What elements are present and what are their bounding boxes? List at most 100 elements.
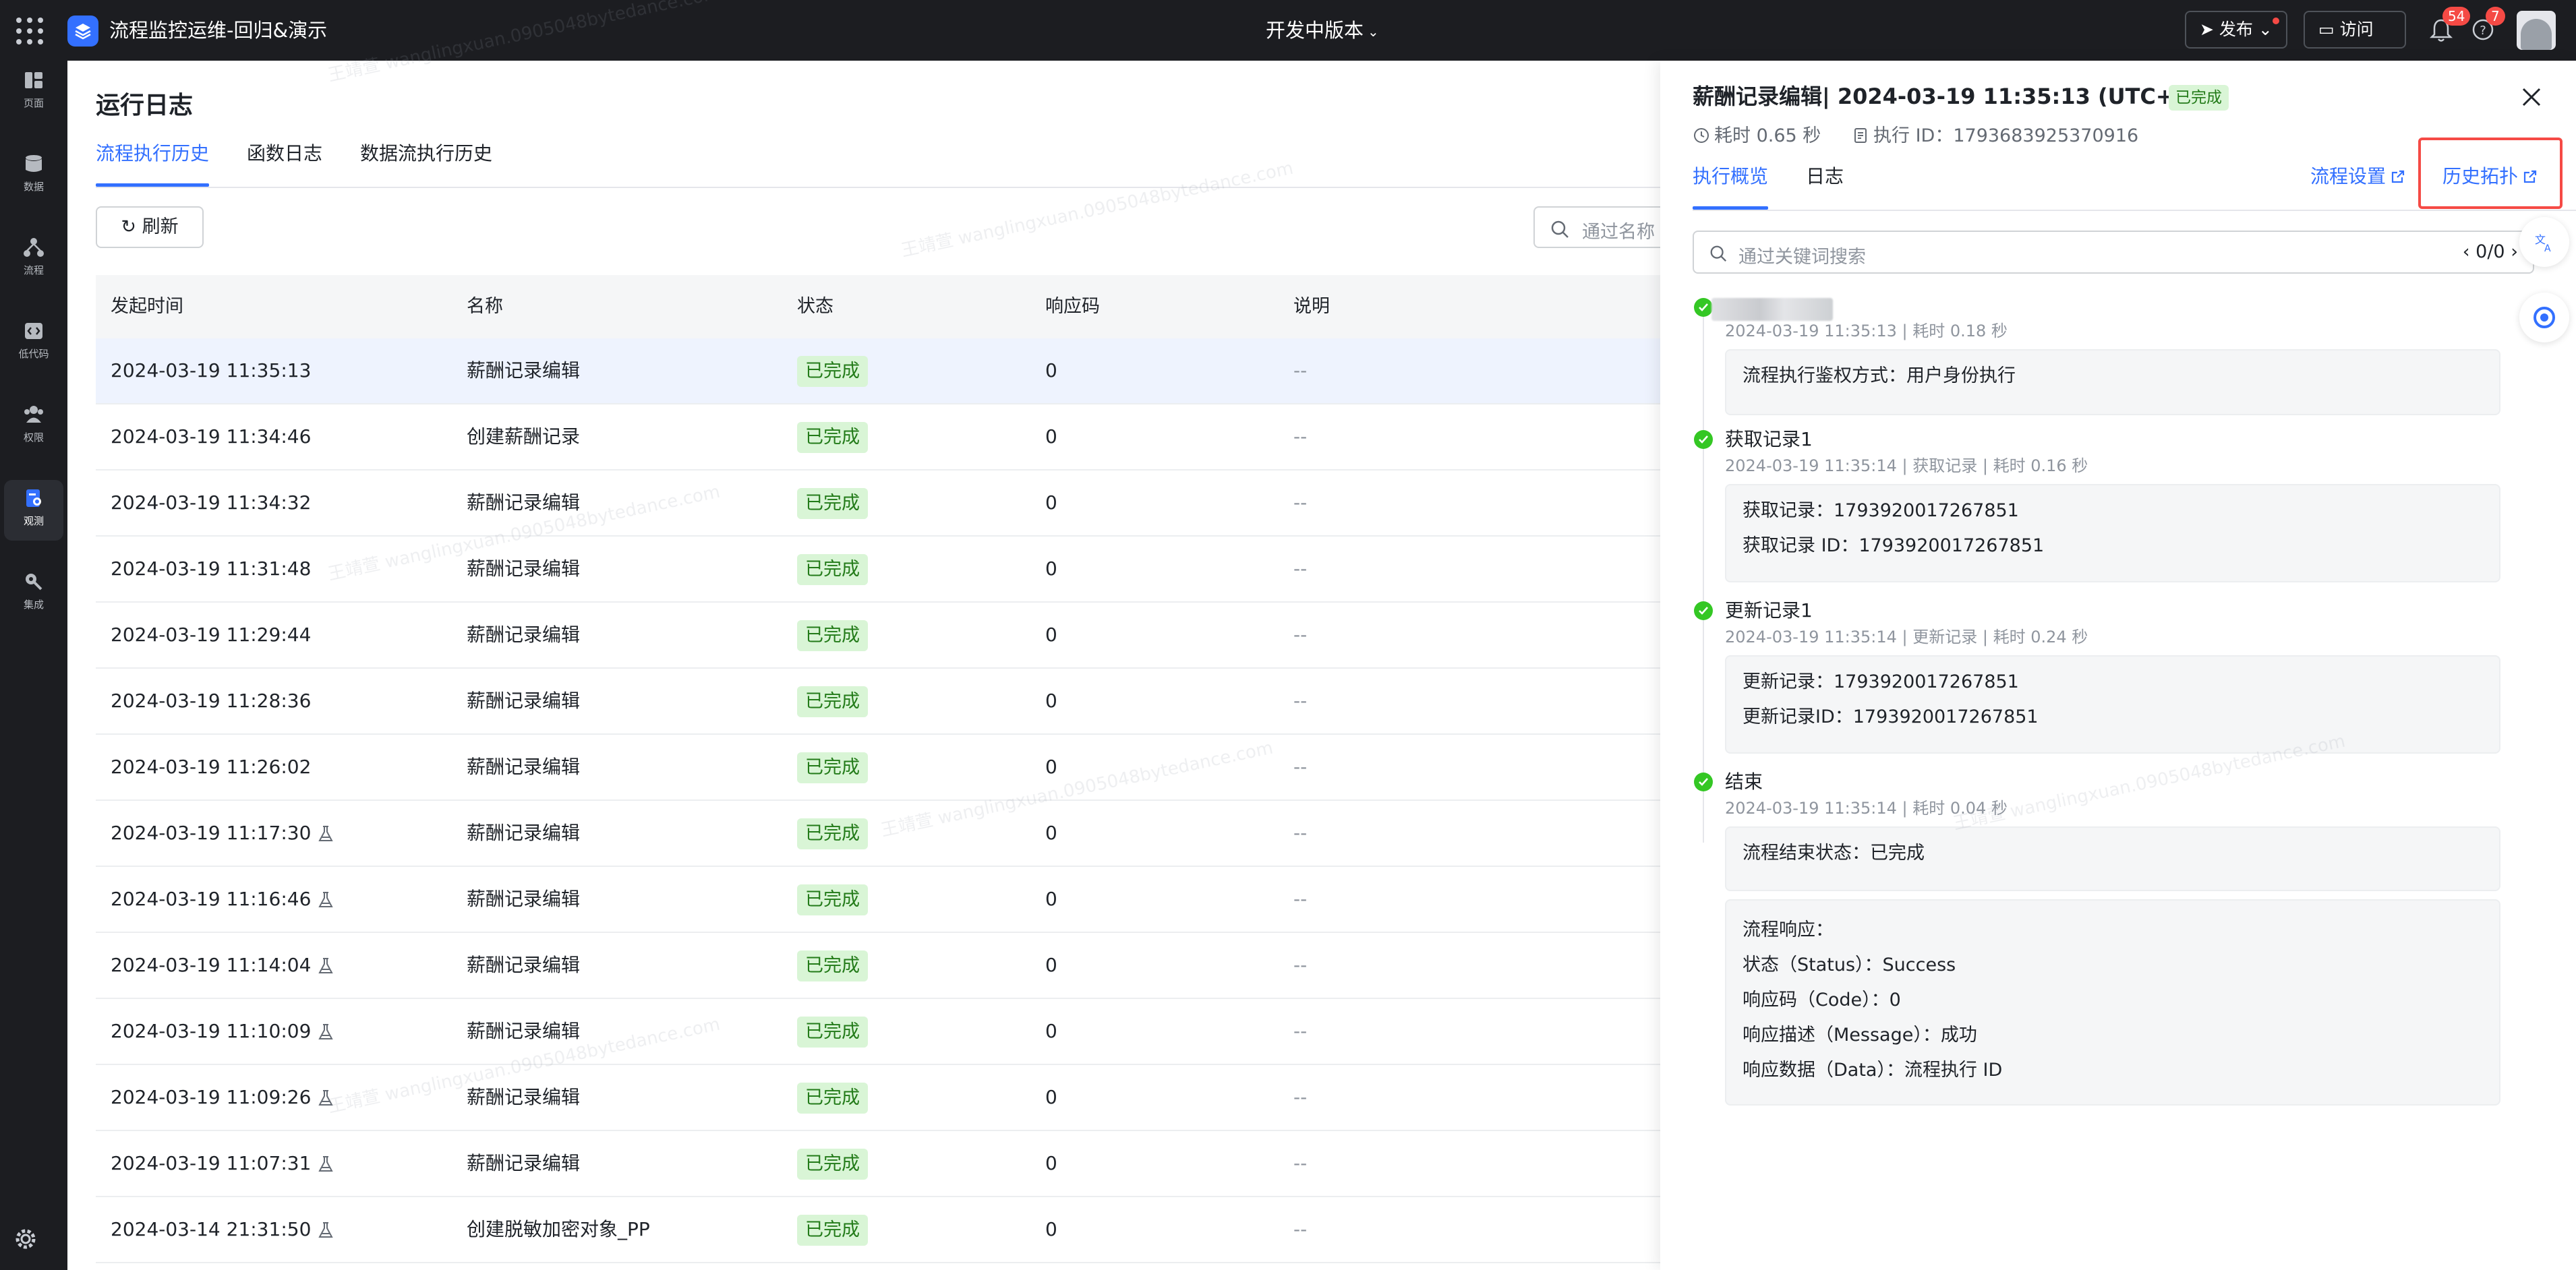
- chevron-left-icon[interactable]: ‹: [2463, 241, 2476, 262]
- settings-gear-icon[interactable]: [12, 1226, 39, 1255]
- table-row[interactable]: 2024-03-19 11:10:09 薪酬记录编辑 已完成 0 --: [96, 999, 1660, 1065]
- status-badge: 已完成: [2169, 85, 2229, 111]
- cell-name: 薪酬记录编辑: [467, 1020, 581, 1042]
- version-switcher[interactable]: 开发中版本 ⌄: [1266, 16, 1379, 46]
- table-row[interactable]: 2024-03-19 11:14:04 薪酬记录编辑 已完成 0 --: [96, 933, 1660, 999]
- publish-label: 发布: [2219, 20, 2253, 39]
- tab-log[interactable]: 日志: [1806, 162, 1844, 191]
- assistant-float-button[interactable]: [2519, 293, 2569, 342]
- chevron-right-icon[interactable]: ›: [2505, 241, 2518, 262]
- tab-flow-history[interactable]: 流程执行历史: [96, 139, 209, 169]
- nav-label: 数据: [23, 181, 44, 193]
- help-count-badge: 7: [2486, 7, 2505, 26]
- cell-desc: --: [1293, 624, 1308, 646]
- step-detail-card: 流程结束状态：已完成: [1725, 826, 2500, 891]
- table-row[interactable]: 2024-03-19 11:34:46 创建薪酬记录 已完成 0 --: [96, 404, 1660, 471]
- cell-name: 薪酬记录编辑: [467, 624, 581, 646]
- tab-function-log[interactable]: 函数日志: [247, 139, 322, 169]
- cell-desc: --: [1293, 756, 1308, 778]
- monitor-icon: [26, 489, 41, 507]
- tab-dataflow-history[interactable]: 数据流执行历史: [360, 139, 492, 169]
- refresh-icon: ↻: [121, 216, 142, 237]
- col-code: 响应码: [1045, 296, 1100, 317]
- page-icon: [25, 72, 42, 88]
- cell-desc: --: [1293, 1152, 1308, 1174]
- step-meta: 2024-03-19 11:35:14 | 更新记录 | 耗时 0.24 秒: [1725, 628, 2088, 646]
- cell-desc: --: [1293, 690, 1308, 712]
- execution-detail-drawer: 薪酬记录编辑| 2024-03-19 11:35:13 (UTC+8) 已完成 …: [1660, 61, 2576, 1270]
- refresh-button[interactable]: ↻ 刷新: [96, 206, 204, 248]
- flow-settings-link[interactable]: 流程设置: [2310, 162, 2406, 191]
- test-flask-icon: [311, 1020, 334, 1042]
- nav-item-permission[interactable]: 权限: [4, 396, 63, 457]
- chevron-down-icon: ⌄: [2258, 20, 2273, 39]
- cell-code: 0: [1045, 690, 1057, 712]
- cell-name: 薪酬记录编辑: [467, 954, 581, 976]
- cell-time: 2024-03-19 11:14:04: [111, 933, 334, 998]
- visit-button[interactable]: ▭ 访问 ⌄: [2304, 11, 2406, 74]
- table-row[interactable]: 2024-03-19 11:34:32 薪酬记录编辑 已完成 0 --: [96, 471, 1660, 537]
- table-row[interactable]: 2024-03-19 11:17:30 薪酬记录编辑 已完成 0 --: [96, 801, 1660, 867]
- status-badge: 已完成: [797, 554, 868, 585]
- nav-item-data[interactable]: 数据: [4, 146, 63, 206]
- cell-time: 2024-03-19 11:34:32: [111, 491, 312, 514]
- exec-id-meta: 执行 ID：1793683925370916: [1852, 123, 2138, 150]
- status-badge: 已完成: [797, 488, 868, 519]
- cell-code: 0: [1045, 756, 1057, 778]
- table-row[interactable]: 2024-03-14 21:31:50 创建脱敏加密对象_PP 已完成 0 --: [96, 1197, 1660, 1263]
- table-row[interactable]: 2024-03-19 11:09:26 薪酬记录编辑 已完成 0 --: [96, 1065, 1660, 1131]
- nav-label: 观测: [23, 515, 44, 527]
- table-row[interactable]: 2024-03-19 11:28:36 薪酬记录编辑 已完成 0 --: [96, 669, 1660, 735]
- nav-item-page[interactable]: 页面: [4, 62, 63, 123]
- search-icon: [1551, 220, 1569, 238]
- nav-item-integration[interactable]: 集成: [4, 564, 63, 624]
- status-badge: 已完成: [797, 686, 868, 717]
- table-row[interactable]: 2024-03-19 11:35:13 薪酬记录编辑 已完成 0 --: [96, 338, 1660, 404]
- notification-count-badge: 54: [2442, 7, 2471, 26]
- cell-desc: --: [1293, 425, 1308, 448]
- table-row[interactable]: 2024-03-19 11:07:31 薪酬记录编辑 已完成 0 --: [96, 1131, 1660, 1197]
- close-icon[interactable]: [2519, 85, 2544, 112]
- test-flask-icon: [311, 1152, 334, 1174]
- step-name: 结束: [1725, 770, 1763, 793]
- translate-icon: 文A: [2535, 233, 2551, 254]
- nav-item-flow[interactable]: 流程: [4, 229, 63, 290]
- keyword-search-input[interactable]: 通过关键词搜索 ‹ 0/0 ›: [1693, 231, 2534, 274]
- users-icon: [24, 406, 43, 423]
- avatar[interactable]: [2517, 11, 2556, 50]
- test-flask-icon: [311, 1086, 334, 1108]
- name-search-input[interactable]: 通过名称: [1533, 206, 1668, 248]
- status-badge: 已完成: [797, 620, 868, 651]
- nav-item-monitor[interactable]: 观测: [4, 480, 63, 541]
- nav-label: 集成: [23, 599, 44, 611]
- tab-overview[interactable]: 执行概览: [1693, 162, 1768, 191]
- table-row[interactable]: 2024-03-19 11:16:46 薪酬记录编辑 已完成 0 --: [96, 867, 1660, 933]
- left-nav: 页面 数据 流程 低代码 权限 观测 集成: [0, 61, 67, 1270]
- external-link-icon: [2391, 170, 2405, 183]
- notification-bell-icon[interactable]: 54: [2429, 7, 2471, 46]
- step-name: 获取记录1: [1725, 428, 1813, 450]
- test-flask-icon: [311, 888, 334, 910]
- send-icon: ➤: [2200, 20, 2219, 39]
- app-grid-icon[interactable]: [15, 16, 43, 44]
- publish-button[interactable]: ➤ 发布 ⌄: [2185, 11, 2287, 49]
- step-meta: 2024-03-19 11:35:13 | 耗时 0.18 秒: [1725, 322, 2008, 340]
- step-success-icon: [1694, 601, 1713, 620]
- cell-name: 薪酬记录编辑: [467, 888, 581, 910]
- translate-float-button[interactable]: 文A: [2519, 217, 2569, 267]
- table-row[interactable]: 2024-03-19 11:31:48 薪酬记录编辑 已完成 0 --: [96, 537, 1660, 603]
- key-icon: [26, 574, 42, 591]
- step-meta: 2024-03-19 11:35:14 | 获取记录 | 耗时 0.16 秒: [1725, 456, 2088, 475]
- nav-item-lowcode[interactable]: 低代码: [4, 313, 63, 373]
- redacted-step-name: [1711, 298, 1833, 321]
- help-icon[interactable]: ? 7: [2471, 7, 2505, 44]
- table-row[interactable]: 2024-03-19 11:26:02 薪酬记录编辑 已完成 0 --: [96, 735, 1660, 801]
- step-meta: 2024-03-19 11:35:14 | 耗时 0.04 秒: [1725, 799, 2008, 818]
- cell-time: 2024-03-19 11:28:36: [111, 690, 312, 712]
- document-icon: [1854, 128, 1867, 143]
- test-flask-icon: [311, 954, 334, 976]
- monitor-icon: ▭: [2318, 20, 2340, 39]
- cell-code: 0: [1045, 888, 1057, 910]
- table-row[interactable]: 2024-03-19 11:29:44 薪酬记录编辑 已完成 0 --: [96, 603, 1660, 669]
- app-title[interactable]: 流程监控运维-回归&演示: [109, 16, 327, 44]
